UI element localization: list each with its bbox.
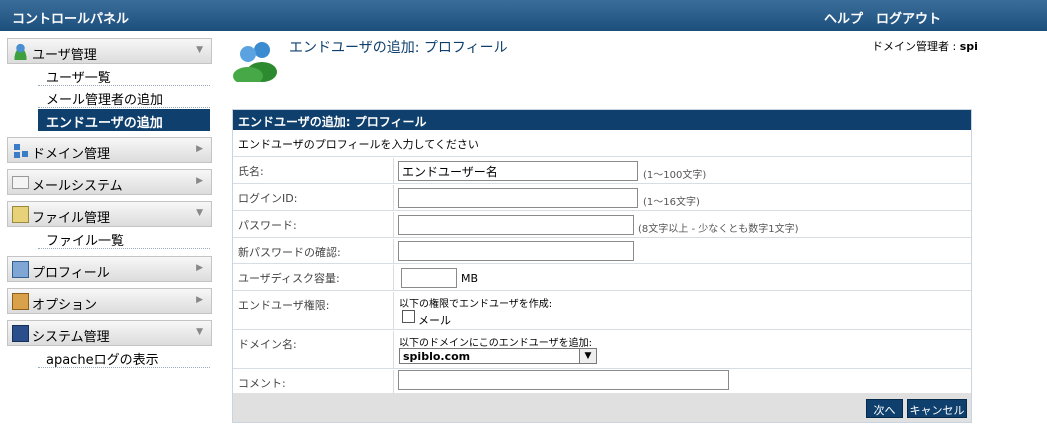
- name-hint: (1〜100文字): [643, 170, 707, 181]
- cancel-button-label: キャンセル: [909, 404, 965, 417]
- next-button-label: 次へ: [873, 404, 896, 417]
- sidebar-section-options[interactable]: オプション ▶: [7, 288, 212, 314]
- sidebar-section-domain-management[interactable]: ドメイン管理 ▶: [7, 137, 212, 163]
- login-id-hint: (1〜16文字): [643, 197, 700, 208]
- sidebar-section-file-management[interactable]: ファイル管理 ▼: [7, 201, 212, 227]
- disk-unit: MB: [461, 272, 479, 285]
- name-input[interactable]: [398, 161, 638, 181]
- users-icon: [12, 43, 29, 60]
- sidebar-item-add-end-user[interactable]: エンドユーザの追加: [38, 109, 210, 131]
- form-row-permissions: エンドユーザ権限: 以下の権限でエンドユーザを作成: メール: [233, 292, 971, 330]
- name-label: 氏名:: [238, 165, 264, 178]
- sidebar-section-label: オプション: [32, 298, 98, 313]
- permissions-label: エンドユーザ権限:: [238, 299, 330, 312]
- system-icon: [12, 325, 29, 342]
- domain-label: ドメイン名:: [238, 338, 297, 351]
- perm-label-cell: エンドユーザ権限:: [233, 292, 394, 329]
- sidebar-section-label: プロフィール: [32, 266, 110, 281]
- form-heading: エンドユーザの追加: プロフィール: [233, 110, 971, 130]
- comment-label-cell: コメント:: [233, 370, 394, 394]
- disk-label-cell: ユーザディスク容量:: [233, 265, 394, 290]
- password-confirm-label: 新パスワードの確認:: [238, 246, 341, 259]
- sidebar-item-add-mail-admin[interactable]: メール管理者の追加: [38, 86, 210, 108]
- form-row-comment: コメント:: [233, 370, 971, 394]
- top-bar: コントロールパネル ヘルプ ログアウト: [0, 0, 1047, 31]
- permissions-text: 以下の権限でエンドユーザを作成:: [399, 299, 553, 310]
- chevron-right-icon: ▶: [196, 176, 203, 186]
- app-title: コントロールパネル: [12, 12, 130, 27]
- form-row-login-id: ログインID: (1〜16文字): [233, 185, 971, 211]
- comment-input[interactable]: [398, 370, 729, 390]
- domain-label-cell: ドメイン名:: [233, 331, 394, 368]
- admin-info: ドメイン管理者 : spi: [872, 38, 978, 54]
- sidebar-section-label: ユーザ管理: [32, 48, 97, 63]
- file-icon: [12, 206, 29, 223]
- password-label-cell: パスワード:: [233, 212, 394, 237]
- mail-checkbox[interactable]: [402, 310, 415, 323]
- login-id-input[interactable]: [398, 188, 638, 208]
- form-row-name: 氏名: (1〜100文字): [233, 158, 971, 184]
- form-row-domain: ドメイン名: 以下のドメインにこのエンドユーザを追加: spiblo.com ▼: [233, 331, 971, 369]
- login-id-label: ログインID:: [238, 192, 298, 205]
- chevron-right-icon: ▶: [196, 144, 203, 154]
- sidebar-section-mail-system[interactable]: メールシステム ▶: [7, 169, 212, 195]
- chevron-down-icon: ▼: [196, 327, 203, 337]
- sidebar-item-label: apacheログの表示: [46, 353, 159, 368]
- form-description-text: エンドユーザのプロフィールを入力してください: [238, 138, 479, 151]
- form-row-password-confirm: 新パスワードの確認:: [233, 239, 971, 264]
- password-input[interactable]: [398, 215, 634, 235]
- sidebar-item-user-list[interactable]: ユーザ一覧: [38, 64, 210, 86]
- sidebar-item-label: エンドユーザの追加: [46, 116, 163, 131]
- cancel-button[interactable]: キャンセル: [907, 399, 967, 418]
- sidebar-section-label: システム管理: [32, 330, 110, 345]
- password-hint: (8文字以上 - 少なくとも数字1文字): [638, 224, 799, 235]
- chevron-down-icon: ▼: [579, 349, 596, 363]
- end-user-form: エンドユーザの追加: プロフィール エンドユーザのプロフィールを入力してください…: [232, 109, 972, 423]
- logout-link[interactable]: ログアウト: [876, 8, 941, 27]
- password-label: パスワード:: [238, 219, 297, 232]
- option-icon: [12, 293, 29, 310]
- form-row-password: パスワード: (8文字以上 - 少なくとも数字1文字): [233, 212, 971, 238]
- sidebar-item-file-list[interactable]: ファイル一覧: [38, 227, 210, 249]
- sidebar-section-user-management[interactable]: ユーザ管理 ▼: [7, 38, 212, 64]
- sidebar-section-profile[interactable]: プロフィール ▶: [7, 256, 212, 282]
- chevron-right-icon: ▶: [196, 263, 203, 273]
- sidebar-section-label: メールシステム: [32, 179, 123, 194]
- chevron-down-icon: ▼: [196, 208, 203, 218]
- form-button-bar: 次へ キャンセル: [233, 393, 971, 422]
- domain-select-value: spiblo.com: [403, 350, 471, 363]
- chevron-down-icon: ▼: [196, 45, 203, 55]
- admin-name: spi: [959, 40, 978, 53]
- network-icon: [12, 142, 29, 159]
- password-confirm-input[interactable]: [398, 241, 634, 261]
- domain-select[interactable]: spiblo.com ▼: [399, 348, 597, 364]
- sidebar-item-label: ファイル一覧: [46, 234, 125, 249]
- profile-icon: [12, 261, 29, 278]
- disk-quota-input[interactable]: [401, 268, 457, 288]
- sidebar-item-label: ユーザ一覧: [46, 71, 111, 86]
- help-link[interactable]: ヘルプ: [824, 8, 863, 27]
- sidebar-section-label: ファイル管理: [32, 211, 111, 226]
- form-heading-text: エンドユーザの追加: プロフィール: [238, 115, 427, 129]
- name-label-cell: 氏名:: [233, 158, 394, 183]
- page-title: エンドユーザの追加: プロフィール: [289, 40, 508, 56]
- password-confirm-label-cell: 新パスワードの確認:: [233, 239, 394, 263]
- form-row-disk-quota: ユーザディスク容量: MB: [233, 265, 971, 291]
- mail-icon: [12, 176, 29, 189]
- comment-label: コメント:: [238, 377, 286, 390]
- users-icon: [232, 40, 280, 85]
- sidebar-item-label: メール管理者の追加: [46, 93, 164, 108]
- sidebar-section-label: ドメイン管理: [32, 147, 111, 162]
- disk-quota-label: ユーザディスク容量:: [238, 272, 340, 285]
- domain-text: 以下のドメインにこのエンドユーザを追加:: [399, 338, 592, 349]
- form-description: エンドユーザのプロフィールを入力してください: [233, 130, 971, 157]
- sidebar: ユーザ管理 ▼ ユーザ一覧 メール管理者の追加 エンドユーザの追加 ドメイン管理…: [0, 31, 218, 441]
- sidebar-section-system-management[interactable]: システム管理 ▼: [7, 320, 212, 346]
- chevron-right-icon: ▶: [196, 295, 203, 305]
- sidebar-item-apache-log[interactable]: apacheログの表示: [38, 346, 210, 368]
- mail-checkbox-label: メール: [418, 314, 451, 327]
- admin-label: ドメイン管理者 :: [872, 40, 957, 53]
- login-label-cell: ログインID:: [233, 185, 394, 210]
- next-button[interactable]: 次へ: [866, 399, 903, 418]
